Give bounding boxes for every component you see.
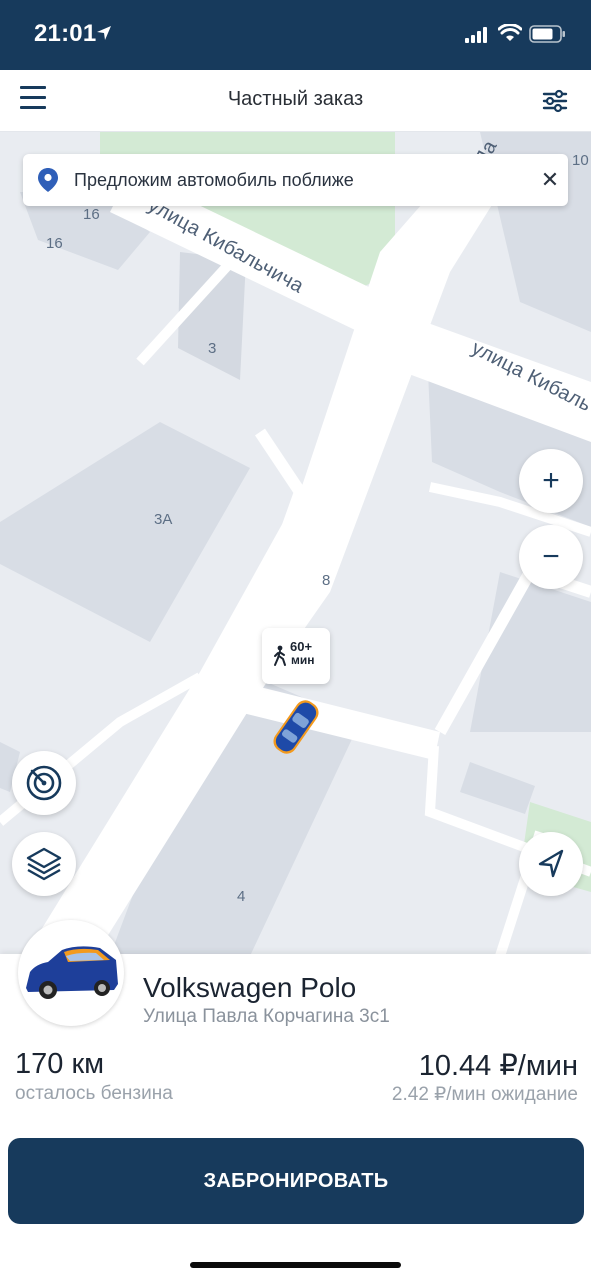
- car-address: Улица Павла Корчагина 3с1: [143, 1006, 390, 1027]
- house-number: 4: [237, 888, 246, 905]
- house-number: 16: [46, 235, 63, 252]
- suggestion-banner: Предложим автомобиль поближе ✕: [23, 154, 568, 206]
- car-marker-icon[interactable]: [266, 692, 326, 762]
- walk-time-badge: 60+ мин: [262, 628, 330, 684]
- house-number: 10: [572, 152, 589, 169]
- close-icon[interactable]: ✕: [537, 167, 563, 193]
- layers-icon: [26, 847, 62, 881]
- house-number: 3А: [154, 511, 173, 528]
- app-header: Частный заказ: [0, 70, 591, 132]
- waiting-price: 2.42 ₽/мин ожидание: [391, 1084, 578, 1105]
- walk-time-value: 60+: [290, 639, 313, 654]
- car-model-name: Volkswagen Polo: [143, 972, 357, 1003]
- book-button[interactable]: ЗАБРОНИРОВАТЬ: [8, 1138, 584, 1224]
- map-canvas: [0, 132, 591, 956]
- walk-time-unit: мин: [291, 653, 315, 667]
- home-indicator[interactable]: [190, 1262, 401, 1268]
- car-info-panel: Volkswagen Polo Улица Павла Корчагина 3с…: [0, 920, 591, 1280]
- radar-icon: [26, 765, 62, 801]
- car-image-icon: [26, 946, 118, 999]
- radar-button[interactable]: [12, 751, 76, 815]
- status-time: 21:01: [34, 20, 97, 47]
- map-layers-button[interactable]: [12, 832, 76, 896]
- zoom-out-button[interactable]: −: [519, 525, 583, 589]
- location-arrow-icon: [97, 26, 111, 40]
- status-bar: 21:01: [0, 0, 591, 70]
- car-thumbnail[interactable]: [18, 920, 124, 1026]
- zoom-in-button[interactable]: +: [519, 449, 583, 513]
- map-view[interactable]: улица Кибальчича улица Кибаль Па 16 16 3…: [0, 132, 591, 956]
- house-number: 16: [83, 206, 100, 223]
- house-number: 8: [322, 572, 331, 589]
- location-pin-icon: [38, 168, 58, 192]
- price-per-minute: 10.44 ₽/мин: [418, 1050, 578, 1082]
- banner-text: Предложим автомобиль поближе: [74, 170, 354, 190]
- fuel-range-value: 170 км: [15, 1048, 105, 1080]
- cellular-signal-icon: [465, 27, 487, 43]
- house-number: 3: [208, 340, 217, 357]
- battery-icon: [529, 25, 565, 43]
- minus-icon: −: [542, 540, 560, 573]
- wifi-icon: [498, 24, 522, 41]
- my-location-button[interactable]: [519, 832, 583, 896]
- walking-person-icon: [274, 645, 286, 666]
- filter-settings-icon[interactable]: [538, 86, 572, 116]
- page-title: Частный заказ: [227, 88, 364, 110]
- fuel-range-label: осталось бензина: [15, 1083, 173, 1104]
- plus-icon: +: [542, 464, 560, 497]
- navigation-arrow-icon: [538, 849, 564, 878]
